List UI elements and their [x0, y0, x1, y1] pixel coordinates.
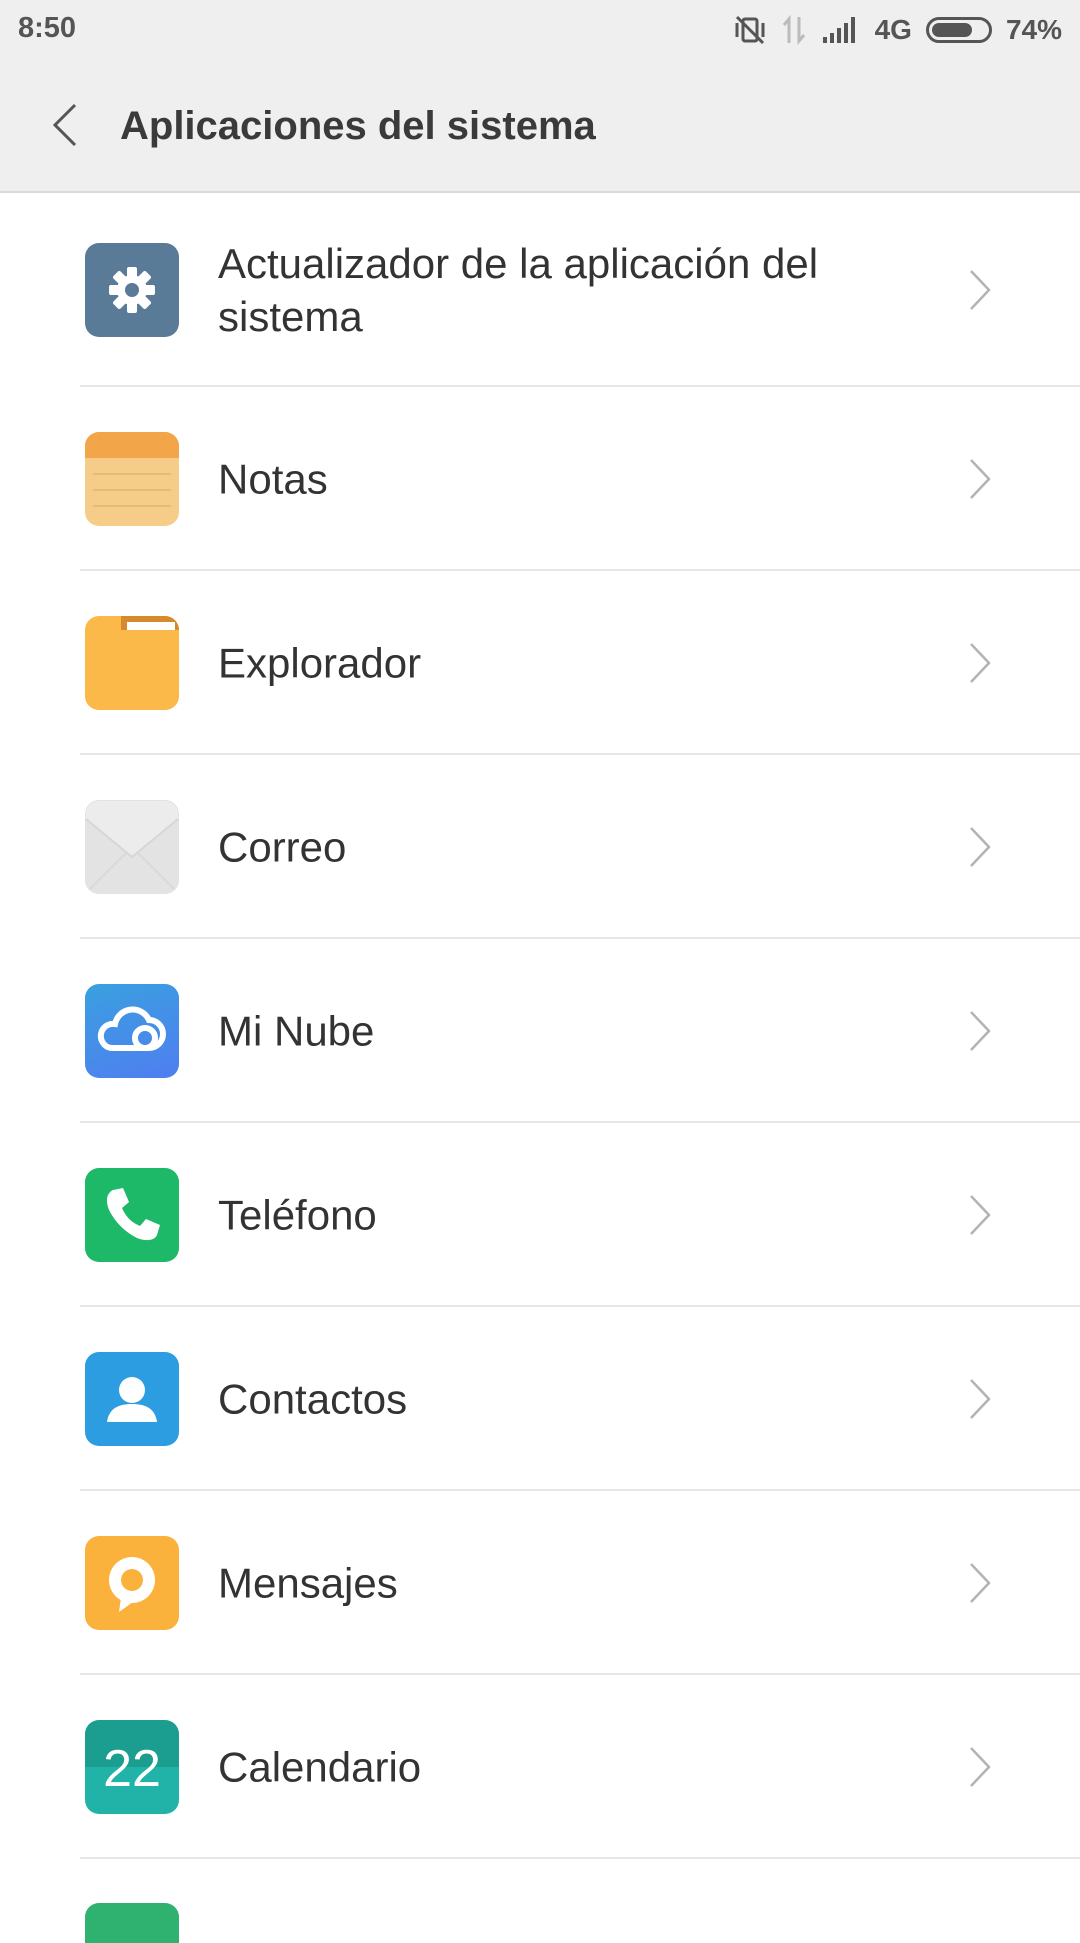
folder-icon — [85, 616, 179, 710]
chevron-right-icon — [970, 827, 991, 867]
divider — [80, 1857, 1080, 1859]
signal-icon — [821, 15, 861, 45]
message-icon — [85, 1536, 179, 1630]
status-icons: 4G 74% — [733, 10, 1062, 50]
battery-level — [931, 23, 972, 37]
chevron-right-icon — [970, 1379, 991, 1419]
chevron-right-icon — [970, 1563, 991, 1603]
battery-percent: 74% — [1005, 14, 1062, 45]
partial-app-icon — [85, 1903, 179, 1943]
app-header: Aplicaciones del sistema — [0, 60, 1080, 193]
list-item-label: Mensajes — [218, 1559, 398, 1607]
cloud-icon — [85, 984, 179, 1078]
chevron-right-icon — [970, 1195, 991, 1235]
list-item-label: Mi Nube — [218, 1007, 375, 1055]
battery-icon — [925, 17, 992, 43]
status-time: 8:50 — [18, 12, 77, 44]
list-item-label: Notas — [218, 455, 328, 503]
list-item-label: Explorador — [218, 639, 422, 687]
list-item-label: Actualizador de la aplicación del sistem… — [218, 240, 819, 340]
list-item-calendario[interactable]: 22 Calendario — [0, 1675, 1080, 1859]
app-list: Actualizador de la aplicación del sistem… — [0, 193, 1080, 1859]
list-item-mi-nube[interactable]: Mi Nube — [0, 939, 1080, 1123]
contact-icon — [85, 1352, 179, 1446]
status-bar: 8:50 4G 74% — [0, 0, 1080, 60]
calendar-day: 22 — [103, 1740, 161, 1798]
chevron-left-icon — [52, 103, 77, 147]
list-item-label: Correo — [218, 823, 347, 871]
calendar-icon: 22 — [85, 1720, 179, 1814]
chevron-right-icon — [970, 459, 991, 499]
notes-icon — [85, 432, 179, 526]
chevron-right-icon — [970, 270, 991, 310]
list-item-telefono[interactable]: Teléfono — [0, 1123, 1080, 1307]
list-item-label: Teléfono — [218, 1191, 377, 1239]
gear-icon — [85, 243, 179, 337]
list-item-explorador[interactable]: Explorador — [0, 571, 1080, 755]
network-type: 4G — [874, 14, 912, 45]
list-item-correo[interactable]: Correo — [0, 755, 1080, 939]
back-button[interactable] — [34, 90, 94, 160]
list-item-label: Contactos — [218, 1375, 408, 1423]
list-item-notas[interactable]: Notas — [0, 387, 1080, 571]
list-item-label: Calendario — [218, 1743, 422, 1791]
list-item-mensajes[interactable]: Mensajes — [0, 1491, 1080, 1675]
phone-icon — [85, 1168, 179, 1262]
envelope-icon — [85, 800, 179, 894]
chevron-right-icon — [970, 643, 991, 683]
chevron-right-icon — [970, 1747, 991, 1787]
list-item-contactos[interactable]: Contactos — [0, 1307, 1080, 1491]
data-arrows-icon — [781, 13, 807, 47]
page-title: Aplicaciones del sistema — [120, 104, 596, 148]
list-item-actualizador[interactable]: Actualizador de la aplicación del sistem… — [0, 193, 1080, 387]
vibrate-off-icon — [733, 13, 767, 47]
chevron-right-icon — [970, 1011, 991, 1051]
